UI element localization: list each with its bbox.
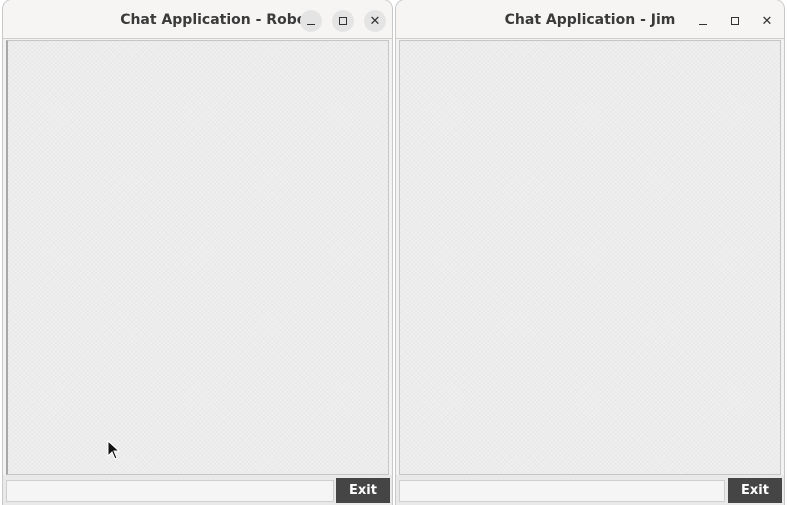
minimize-button[interactable] <box>300 10 322 32</box>
minimize-button[interactable] <box>692 10 714 32</box>
chat-window-jim: Chat Application - Jim ✕ Exit <box>396 0 784 505</box>
maximize-icon <box>731 17 739 25</box>
exit-button[interactable]: Exit <box>336 478 390 503</box>
close-icon: ✕ <box>369 13 381 29</box>
chat-history-area[interactable] <box>6 40 389 475</box>
input-bar: Exit <box>3 475 392 505</box>
maximize-button[interactable] <box>724 10 746 32</box>
mouse-pointer-icon <box>107 440 121 460</box>
chat-window-robert: Chat Application - Robert ✕ Exit <box>3 0 392 505</box>
input-bar: Exit <box>396 475 784 505</box>
minimize-icon <box>307 23 315 25</box>
minimize-icon <box>699 23 707 25</box>
title-bar[interactable]: Chat Application - Robert ✕ <box>3 0 392 39</box>
close-icon: ✕ <box>761 13 773 29</box>
message-input[interactable] <box>6 480 334 502</box>
chat-history-area[interactable] <box>399 40 781 475</box>
exit-button[interactable]: Exit <box>728 478 782 503</box>
title-bar[interactable]: Chat Application - Jim ✕ <box>396 0 784 39</box>
close-button[interactable]: ✕ <box>364 10 386 32</box>
maximize-button[interactable] <box>332 10 354 32</box>
close-button[interactable]: ✕ <box>756 10 778 32</box>
message-input[interactable] <box>399 480 725 502</box>
maximize-icon <box>339 17 347 25</box>
